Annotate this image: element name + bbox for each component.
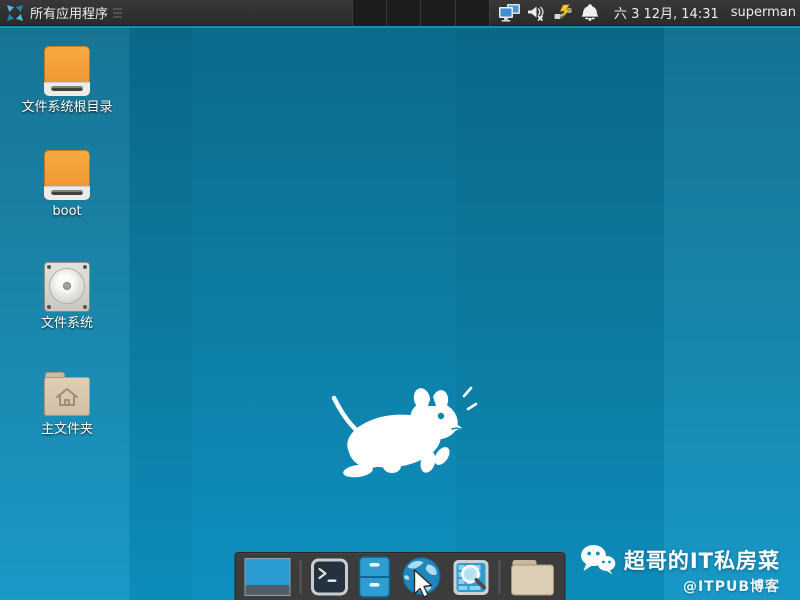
applications-menu-button[interactable]: 所有应用程序 bbox=[0, 0, 131, 25]
dock-separator bbox=[299, 560, 302, 594]
wallpaper-top-highlight bbox=[0, 26, 800, 28]
folder-icon bbox=[511, 560, 554, 596]
orange-drive-icon bbox=[44, 150, 90, 200]
desktop-screen: 所有应用程序 六 3 12月, 14:31 superman 文件系统根目录 b… bbox=[0, 0, 800, 600]
user-actions-button[interactable]: superman bbox=[731, 5, 796, 20]
desktop-icon-home[interactable]: 主文件夹 bbox=[19, 368, 115, 438]
notification-bell-icon[interactable] bbox=[577, 0, 604, 26]
wallpaper-stripes bbox=[0, 0, 800, 600]
workspace-pager[interactable] bbox=[351, 0, 490, 26]
dock-panel bbox=[234, 552, 566, 600]
volume-muted-icon[interactable] bbox=[523, 0, 550, 26]
menu-lines-icon bbox=[113, 7, 123, 18]
xfce-mouse-logo bbox=[331, 386, 478, 478]
workspace-switcher[interactable] bbox=[244, 558, 291, 596]
desktop-icon-label: 文件系统 bbox=[40, 316, 93, 331]
terminal-icon bbox=[311, 558, 348, 596]
watermark: 超哥的IT私房菜 @ITPUB博客 bbox=[580, 544, 780, 596]
top-panel: 所有应用程序 六 3 12月, 14:31 superman bbox=[0, 0, 800, 26]
app-finder-launcher[interactable] bbox=[453, 559, 490, 596]
dock-separator bbox=[498, 560, 501, 594]
home-folder-icon bbox=[44, 372, 90, 418]
file-cabinet-icon bbox=[358, 556, 391, 598]
web-browser-launcher[interactable] bbox=[401, 556, 444, 599]
system-tray bbox=[496, 0, 604, 25]
terminal-launcher[interactable] bbox=[311, 558, 349, 596]
watermark-title: 超哥的IT私房菜 bbox=[623, 548, 780, 573]
applications-menu-label: 所有应用程序 bbox=[30, 7, 109, 22]
xubuntu-logo-icon bbox=[7, 4, 23, 21]
network-icon[interactable] bbox=[550, 0, 577, 26]
house-glyph-icon bbox=[56, 387, 78, 406]
desktop-icon-label: boot bbox=[52, 204, 82, 219]
harddisk-icon bbox=[44, 262, 90, 312]
display-icon[interactable] bbox=[496, 0, 523, 26]
orange-drive-icon bbox=[44, 46, 90, 96]
desktop-icon-filesystem-root[interactable]: 文件系统根目录 bbox=[19, 46, 115, 116]
desktop-icon-label: 文件系统根目录 bbox=[21, 100, 113, 115]
wechat-icon bbox=[580, 545, 616, 575]
workspace-thumbnail-icon bbox=[244, 558, 291, 596]
watermark-subtitle: @ITPUB博客 bbox=[682, 579, 780, 595]
desktop-icon-filesystem[interactable]: 文件系统 bbox=[19, 262, 115, 332]
desktop-icon-label: 主文件夹 bbox=[40, 422, 93, 437]
workspace-cell-1[interactable] bbox=[352, 0, 388, 26]
magnifier-keyboard-icon bbox=[453, 559, 489, 595]
file-manager-launcher[interactable] bbox=[510, 557, 556, 597]
clock[interactable]: 六 3 12月, 14:31 bbox=[614, 3, 719, 22]
workspace-cell-4[interactable] bbox=[455, 0, 490, 26]
desktop-icon-boot[interactable]: boot bbox=[19, 150, 115, 220]
workspace-cell-3[interactable] bbox=[421, 0, 456, 26]
file-cabinet-launcher[interactable] bbox=[358, 556, 392, 598]
workspace-cell-2[interactable] bbox=[387, 0, 422, 26]
globe-cursor-icon bbox=[402, 556, 441, 598]
